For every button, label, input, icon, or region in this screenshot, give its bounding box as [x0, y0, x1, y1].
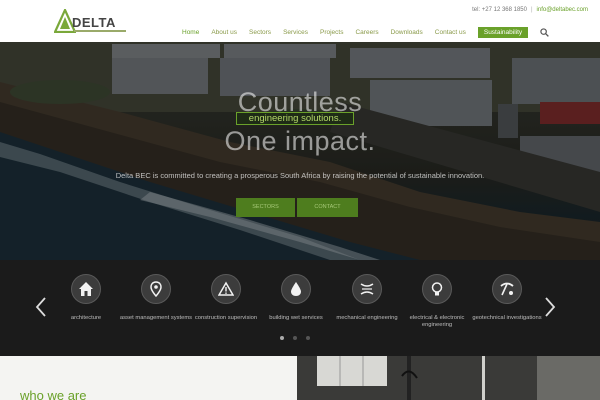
carousel-pagination	[280, 336, 319, 340]
sectors-button[interactable]: SECTORS	[236, 198, 295, 217]
svc-icon-circle	[352, 274, 382, 304]
contact-button[interactable]: CONTACT	[297, 198, 358, 217]
chevron-right-icon[interactable]	[543, 296, 557, 318]
carousel-dot-2[interactable]	[293, 336, 297, 340]
who-we-are-heading: who we are	[20, 388, 87, 400]
service-label: geotechnical investigations	[472, 315, 542, 321]
nav-contact-us[interactable]: Contact us	[435, 29, 466, 36]
hero-badge: engineering solutions.	[236, 112, 354, 125]
phone-number: tel: +27 12 368 1850	[472, 7, 527, 13]
nav-about-us[interactable]: About us	[211, 29, 237, 36]
carousel-dot-3[interactable]	[306, 336, 310, 340]
logo-underline	[74, 30, 126, 32]
site-header: DELTA tel: +27 12 368 1850 | info@deltabec…	[0, 0, 600, 42]
interior-photo	[297, 356, 600, 400]
service-geotechnical-investigations[interactable]: geotechnical investigations	[465, 274, 549, 322]
pickaxe-icon	[500, 282, 514, 296]
hero-title-one-impact: One impact.	[224, 126, 376, 156]
carousel-dot-1[interactable]	[280, 336, 284, 340]
map-pin-icon	[150, 281, 162, 297]
who-we-are-image	[297, 356, 600, 400]
services-carousel: architecture asset management systems co…	[0, 260, 600, 356]
house-icon	[79, 282, 93, 296]
svc-icon-circle	[71, 274, 101, 304]
svc-icon-circle	[141, 274, 171, 304]
lightbulb-icon	[431, 282, 443, 296]
nav-home[interactable]: Home	[182, 29, 199, 36]
water-drop-icon	[291, 282, 301, 296]
nav-careers[interactable]: Careers	[355, 29, 378, 36]
svc-icon-circle	[422, 274, 452, 304]
main-nav: Home About us Sectors Services Projects …	[182, 26, 549, 38]
email-link[interactable]: info@deltabec.com	[537, 7, 588, 13]
svc-icon-circle	[281, 274, 311, 304]
search-icon[interactable]	[540, 27, 549, 37]
logo-text: DELTA	[72, 15, 116, 30]
road-icon	[360, 283, 374, 295]
warning-icon	[218, 281, 234, 296]
hero-description: Delta BEC is committed to creating a pro…	[115, 171, 485, 180]
nav-sustainability-button[interactable]: Sustainability	[477, 26, 529, 38]
nav-downloads[interactable]: Downloads	[391, 29, 423, 36]
nav-services[interactable]: Services	[283, 29, 308, 36]
delta-logo[interactable]: DELTA	[54, 9, 126, 35]
hero-banner: Countless engineering solutions. One imp…	[0, 42, 600, 260]
contact-bar: tel: +27 12 368 1850 | info@deltabec.com	[472, 7, 588, 13]
svc-icon-circle	[211, 274, 241, 304]
svc-icon-circle	[492, 274, 522, 304]
nav-projects[interactable]: Projects	[320, 29, 343, 36]
nav-sectors[interactable]: Sectors	[249, 29, 271, 36]
who-we-are-section: who we are	[0, 356, 600, 400]
